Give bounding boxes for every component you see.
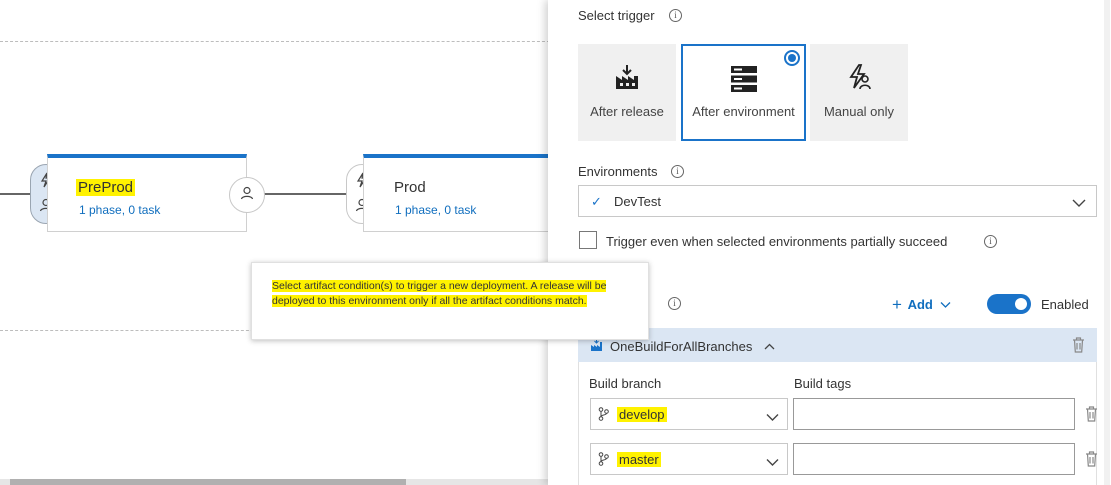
stage-name: Prod <box>394 179 426 196</box>
build-tags-input[interactable] <box>793 398 1075 430</box>
build-tags-label: Build tags <box>794 376 852 391</box>
info-icon[interactable]: i <box>671 165 684 178</box>
server-icon <box>683 65 804 93</box>
info-icon[interactable]: i <box>984 235 997 248</box>
build-branch-label: Build branch <box>589 376 662 391</box>
branch-icon <box>598 452 609 471</box>
chevron-down-icon <box>940 297 951 312</box>
stage-card-preprod[interactable]: PreProd 1 phase, 0 task <box>47 154 247 232</box>
stage-tasks-link[interactable]: 1 phase, 0 task <box>395 203 476 217</box>
stage-name: PreProd <box>76 179 136 196</box>
chevron-up-icon[interactable] <box>764 338 775 356</box>
stage-card-prod[interactable]: Prod 1 phase, 0 task <box>363 154 563 232</box>
delete-artifact-icon[interactable] <box>1072 337 1085 358</box>
tile-label: After release <box>590 104 664 119</box>
chevron-down-icon <box>1072 195 1086 213</box>
tile-label: Manual only <box>823 104 895 119</box>
artifact-filters-toggle[interactable] <box>987 294 1031 314</box>
post-deployment-approver[interactable] <box>229 177 265 213</box>
trigger-after-release[interactable]: After release <box>578 44 676 141</box>
environments-value: DevTest <box>614 194 661 209</box>
artifact-name: OneBuildForAllBranches <box>610 339 753 354</box>
check-icon: ✓ <box>591 194 602 209</box>
connector <box>0 193 30 195</box>
plus-icon: + <box>892 295 902 314</box>
branch-icon <box>598 407 609 426</box>
build-artifact-icon <box>590 339 603 357</box>
add-filter-button[interactable]: + Add <box>892 294 951 314</box>
trigger-after-environment[interactable]: After environment <box>681 44 806 141</box>
after-release-icon <box>578 64 676 90</box>
branch-value: develop <box>617 407 667 422</box>
build-branch-select[interactable]: develop <box>590 398 788 430</box>
select-trigger-label: Select trigger <box>578 8 655 23</box>
delete-row-icon[interactable] <box>1085 406 1098 427</box>
build-branch-select[interactable]: master <box>590 443 788 475</box>
build-tags-input[interactable] <box>793 443 1075 475</box>
chevron-down-icon <box>766 454 779 472</box>
connector <box>264 193 346 195</box>
enabled-label: Enabled <box>1041 297 1089 312</box>
partial-succeed-label: Trigger even when selected environments … <box>606 234 948 249</box>
lane-divider <box>0 41 560 42</box>
artifact-filter-tooltip: Select artifact condition(s) to trigger … <box>251 262 649 340</box>
trigger-manual-only[interactable]: Manual only <box>810 44 908 141</box>
chevron-down-icon <box>766 409 779 427</box>
vertical-scrollbar[interactable] <box>1104 0 1110 485</box>
environments-label: Environments <box>578 164 658 179</box>
branch-value: master <box>617 452 661 467</box>
scrollbar-thumb[interactable] <box>10 479 406 485</box>
add-label: Add <box>907 297 933 312</box>
delete-row-icon[interactable] <box>1085 451 1098 472</box>
manual-trigger-icon <box>810 64 908 90</box>
pipeline-canvas: PreProd 1 phase, 0 task Prod 1 phase, 0 … <box>0 0 649 485</box>
pre-deployment-conditions-panel: Select trigger i After release After env… <box>548 0 1111 485</box>
tile-label: After environment <box>692 104 795 119</box>
person-icon <box>240 186 254 205</box>
info-icon[interactable]: i <box>668 297 681 310</box>
partial-succeed-checkbox[interactable] <box>579 231 597 249</box>
artifact-header[interactable]: OneBuildForAllBranches <box>578 328 1097 362</box>
horizontal-scrollbar[interactable] <box>0 479 548 485</box>
selected-radio[interactable] <box>784 50 800 66</box>
environments-dropdown[interactable]: ✓ DevTest <box>578 185 1097 217</box>
info-icon[interactable]: i <box>669 9 682 22</box>
stage-tasks-link[interactable]: 1 phase, 0 task <box>79 203 160 217</box>
tooltip-text: Select artifact condition(s) to trigger … <box>272 280 607 307</box>
